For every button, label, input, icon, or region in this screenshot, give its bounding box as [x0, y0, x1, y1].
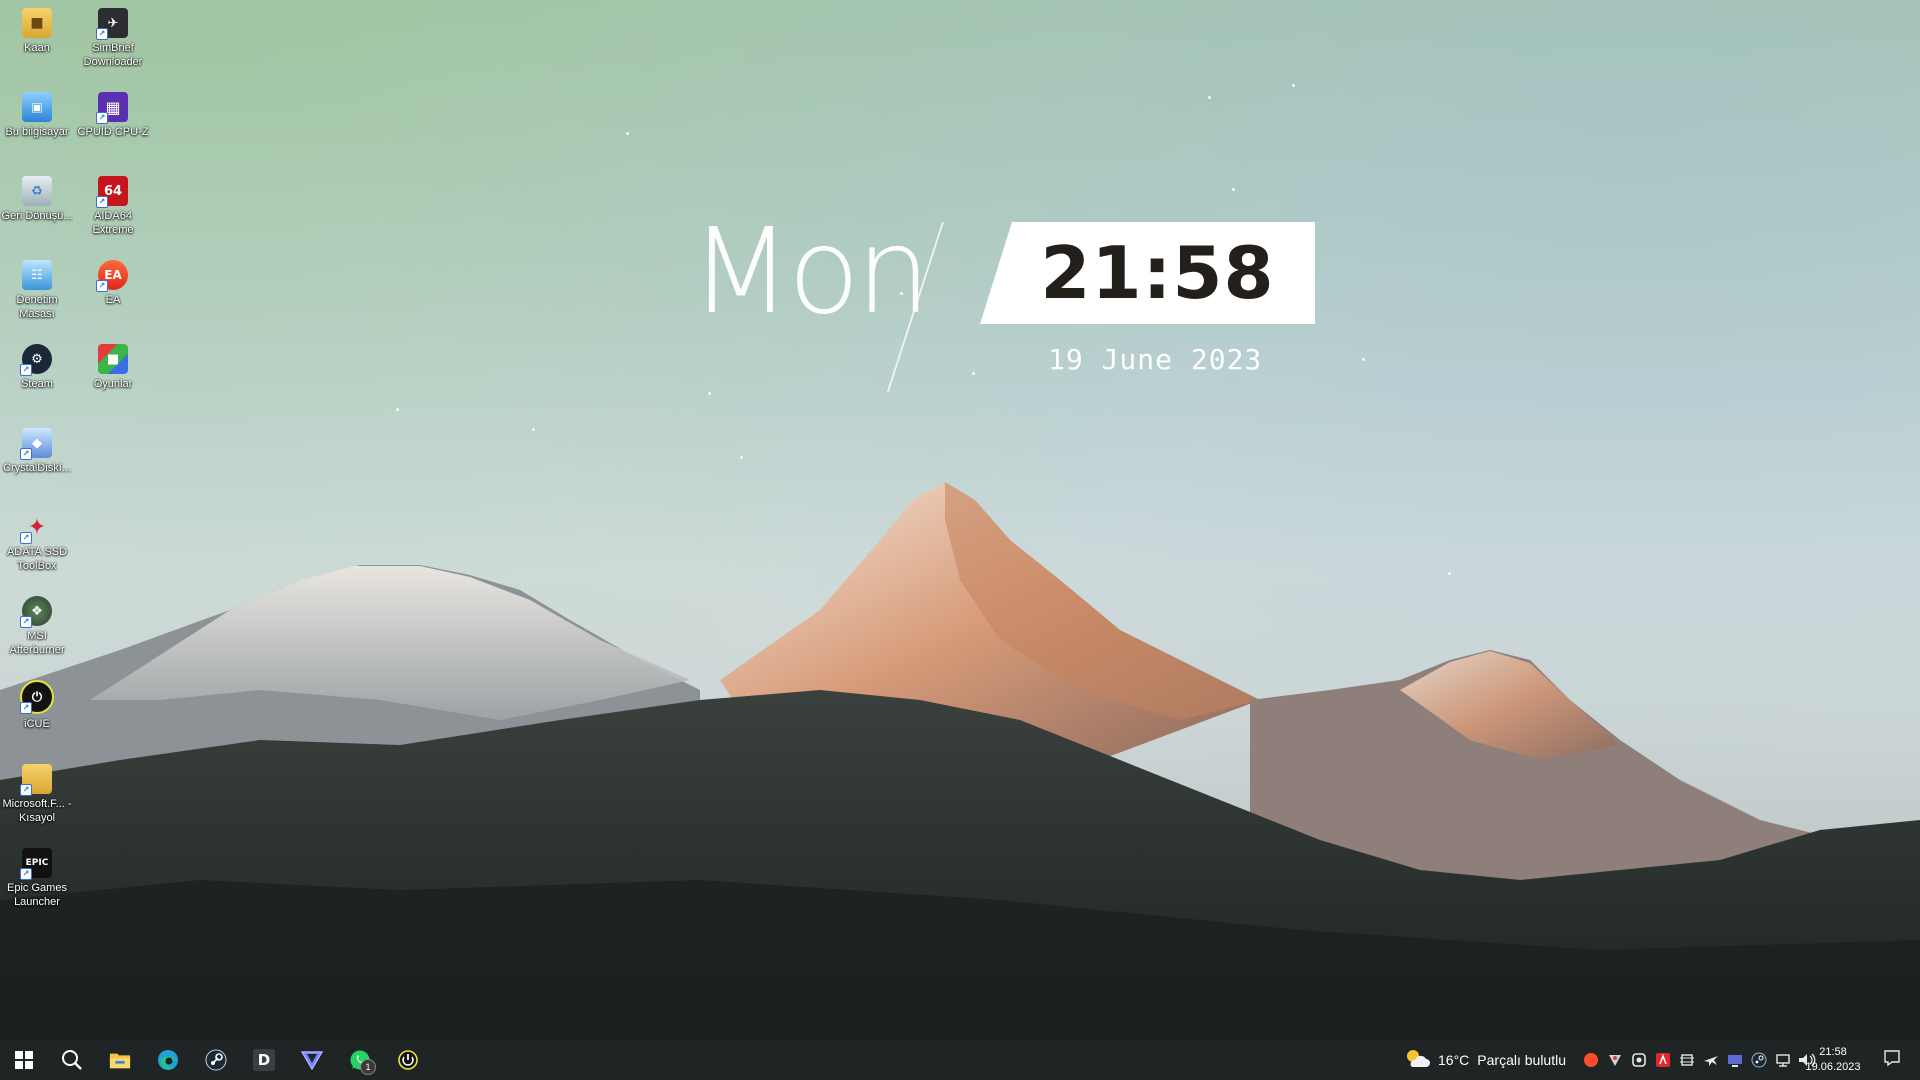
taskbar-steam[interactable] [192, 1040, 240, 1080]
desktop-icon-label: ADATA SSD ToolBox [6, 546, 68, 572]
recycle-bin-icon: ♻ [22, 176, 52, 206]
taskbar-d-app[interactable]: D [240, 1040, 288, 1080]
memory-tray-icon[interactable] [1678, 1051, 1696, 1069]
desktop-icon-cpuz[interactable]: ▦ ↗ CPUID CPU-Z [76, 92, 150, 139]
desktop-icon-label: Oyunlar [93, 378, 133, 390]
plane-tray-icon[interactable] [1702, 1051, 1720, 1069]
taskbar-edge[interactable] [144, 1040, 192, 1080]
vpn-triangle-icon [301, 1049, 323, 1071]
ea-tray-icon[interactable] [1582, 1051, 1600, 1069]
aida64-icon: 64 ↗ [96, 176, 128, 208]
desktop-icon-label: Steam [21, 378, 53, 390]
desktop-icon-simbrief-downloader[interactable]: ✈ ↗ SimBrief Downloader [76, 8, 150, 69]
desktop-icon-label: Epic Games Launcher [7, 882, 67, 908]
settings-tray-icon[interactable] [1630, 1051, 1648, 1069]
system-tray [1582, 1040, 1816, 1080]
desktop-icon-label: Kaan [24, 42, 50, 54]
steam-icon: ⚙ ↗ [20, 344, 52, 376]
crystaldisk-icon: ◆ ↗ [20, 428, 52, 460]
adata-icon: ✦ ↗ [20, 512, 52, 544]
mountain-wallpaper [0, 482, 1920, 1040]
desktop-icon-msi-afterburner[interactable]: ❖ ↗ MSI Afterburner [0, 596, 74, 657]
widget-time-text: 21:58 [1040, 231, 1275, 315]
network-tray-icon[interactable] [1774, 1051, 1792, 1069]
desktop-icon-oyunlar[interactable]: ■ Oyunlar [76, 344, 150, 391]
games-folder-icon: ■ [98, 344, 128, 374]
whatsapp-unread-badge: 1 [360, 1059, 376, 1075]
control-panel-icon: ☷ [22, 260, 52, 290]
taskbar-clock[interactable]: 21:58 19.06.2023 [1800, 1040, 1866, 1080]
desktop-icon-crystaldiskinfo[interactable]: ◆ ↗ CrystalDiskI... [0, 428, 74, 475]
desktop-icon-aida64[interactable]: 64 ↗ AIDA64 Extreme [76, 176, 150, 237]
taskbar-vpn[interactable] [288, 1040, 336, 1080]
adobe-tray-icon[interactable] [1654, 1051, 1672, 1069]
notification-icon [1883, 1049, 1901, 1072]
weather-widget[interactable]: 16°C Parçalı bulutlu [1404, 1040, 1566, 1080]
desktop-wallpaper: ■ Kaan ▣ Bu bilgisayar ♻ Geri Dönüşü... … [0, 0, 1920, 1040]
taskbar-time: 21:58 [1819, 1046, 1847, 1058]
steam-icon [205, 1049, 227, 1071]
desktop-icon-microsoft-shortcut[interactable]: ↗ Microsoft.F... - Kısayol [0, 764, 74, 825]
desktop-icon-denetim-masasi[interactable]: ☷ Denetim Masası [0, 260, 74, 321]
afterburner-tray-icon[interactable] [1606, 1051, 1624, 1069]
desktop-icon-label: AIDA64 Extreme [92, 210, 134, 236]
desktop-icon-bu-bilgisayar[interactable]: ▣ Bu bilgisayar [0, 92, 74, 139]
desktop-icon-epic-games[interactable]: EPIC ↗ Epic Games Launcher [0, 848, 74, 909]
desktop-icon-recycle-bin[interactable]: ♻ Geri Dönüşü... [0, 176, 74, 223]
desktop-icon-label: CrystalDiskI... [3, 462, 71, 474]
desktop-icon-label: MSI Afterburner [9, 630, 65, 656]
steam-tray-icon[interactable] [1750, 1051, 1768, 1069]
file-explorer-icon [109, 1049, 131, 1071]
desktop-icon-adata-ssd-toolbox[interactable]: ✦ ↗ ADATA SSD ToolBox [0, 512, 74, 573]
taskbar: D 1 16°C Parçalı bulutlu 21:58 19.06.202… [0, 1040, 1920, 1080]
edge-icon [157, 1049, 179, 1071]
desktop-icon-label: Bu bilgisayar [5, 126, 69, 138]
desktop-icon-label: Microsoft.F... - Kısayol [2, 798, 72, 824]
start-button[interactable] [0, 1040, 48, 1080]
desktop-icon-label: Denetim Masası [16, 294, 58, 320]
desktop-icon-steam[interactable]: ⚙ ↗ Steam [0, 344, 74, 391]
desktop-icon-label: SimBrief Downloader [83, 42, 143, 68]
desktop-icon-ea[interactable]: EA ↗ EA [76, 260, 150, 307]
weather-temperature: 16°C [1438, 1052, 1470, 1068]
taskbar-icue[interactable] [384, 1040, 432, 1080]
ea-icon: EA ↗ [96, 260, 128, 292]
folder-icon: ↗ [20, 764, 52, 796]
desktop-icon-label: iCUE [24, 718, 50, 730]
taskbar-date: 19.06.2023 [1805, 1061, 1861, 1073]
weather-condition: Parçalı bulutlu [1477, 1052, 1566, 1068]
icue-icon [397, 1049, 419, 1071]
windows-start-icon [13, 1049, 35, 1071]
desktop-icon-label: CPUID CPU-Z [77, 126, 149, 138]
widget-date-text: 19 June 2023 [1048, 343, 1263, 376]
icue-icon: ⏻ ↗ [20, 680, 54, 714]
action-center-button[interactable] [1872, 1040, 1912, 1080]
desktop-icon-label: EA [105, 294, 121, 306]
search-icon [61, 1049, 83, 1071]
widget-time-box: 21:58 [980, 222, 1315, 324]
search-button[interactable] [48, 1040, 96, 1080]
partly-cloudy-icon [1404, 1048, 1430, 1073]
taskbar-file-explorer[interactable] [96, 1040, 144, 1080]
cpuz-icon: ▦ ↗ [96, 92, 128, 124]
user-folder-icon: ■ [22, 8, 52, 38]
desktop-icon-label: Geri Dönüşü... [1, 210, 73, 222]
desktop-icon-kaan[interactable]: ■ Kaan [0, 8, 74, 55]
computer-icon: ▣ [22, 92, 52, 122]
monitor-tray-icon[interactable] [1726, 1051, 1744, 1069]
taskbar-whatsapp[interactable]: 1 [336, 1040, 384, 1080]
epic-games-icon: EPIC ↗ [20, 848, 52, 880]
desktop-icon-icue[interactable]: ⏻ ↗ iCUE [0, 680, 74, 731]
afterburner-icon: ❖ ↗ [20, 596, 52, 628]
discord-d-icon: D [253, 1049, 275, 1071]
simbrief-icon: ✈ ↗ [96, 8, 128, 40]
widget-day-text: Mon [690, 202, 931, 340]
